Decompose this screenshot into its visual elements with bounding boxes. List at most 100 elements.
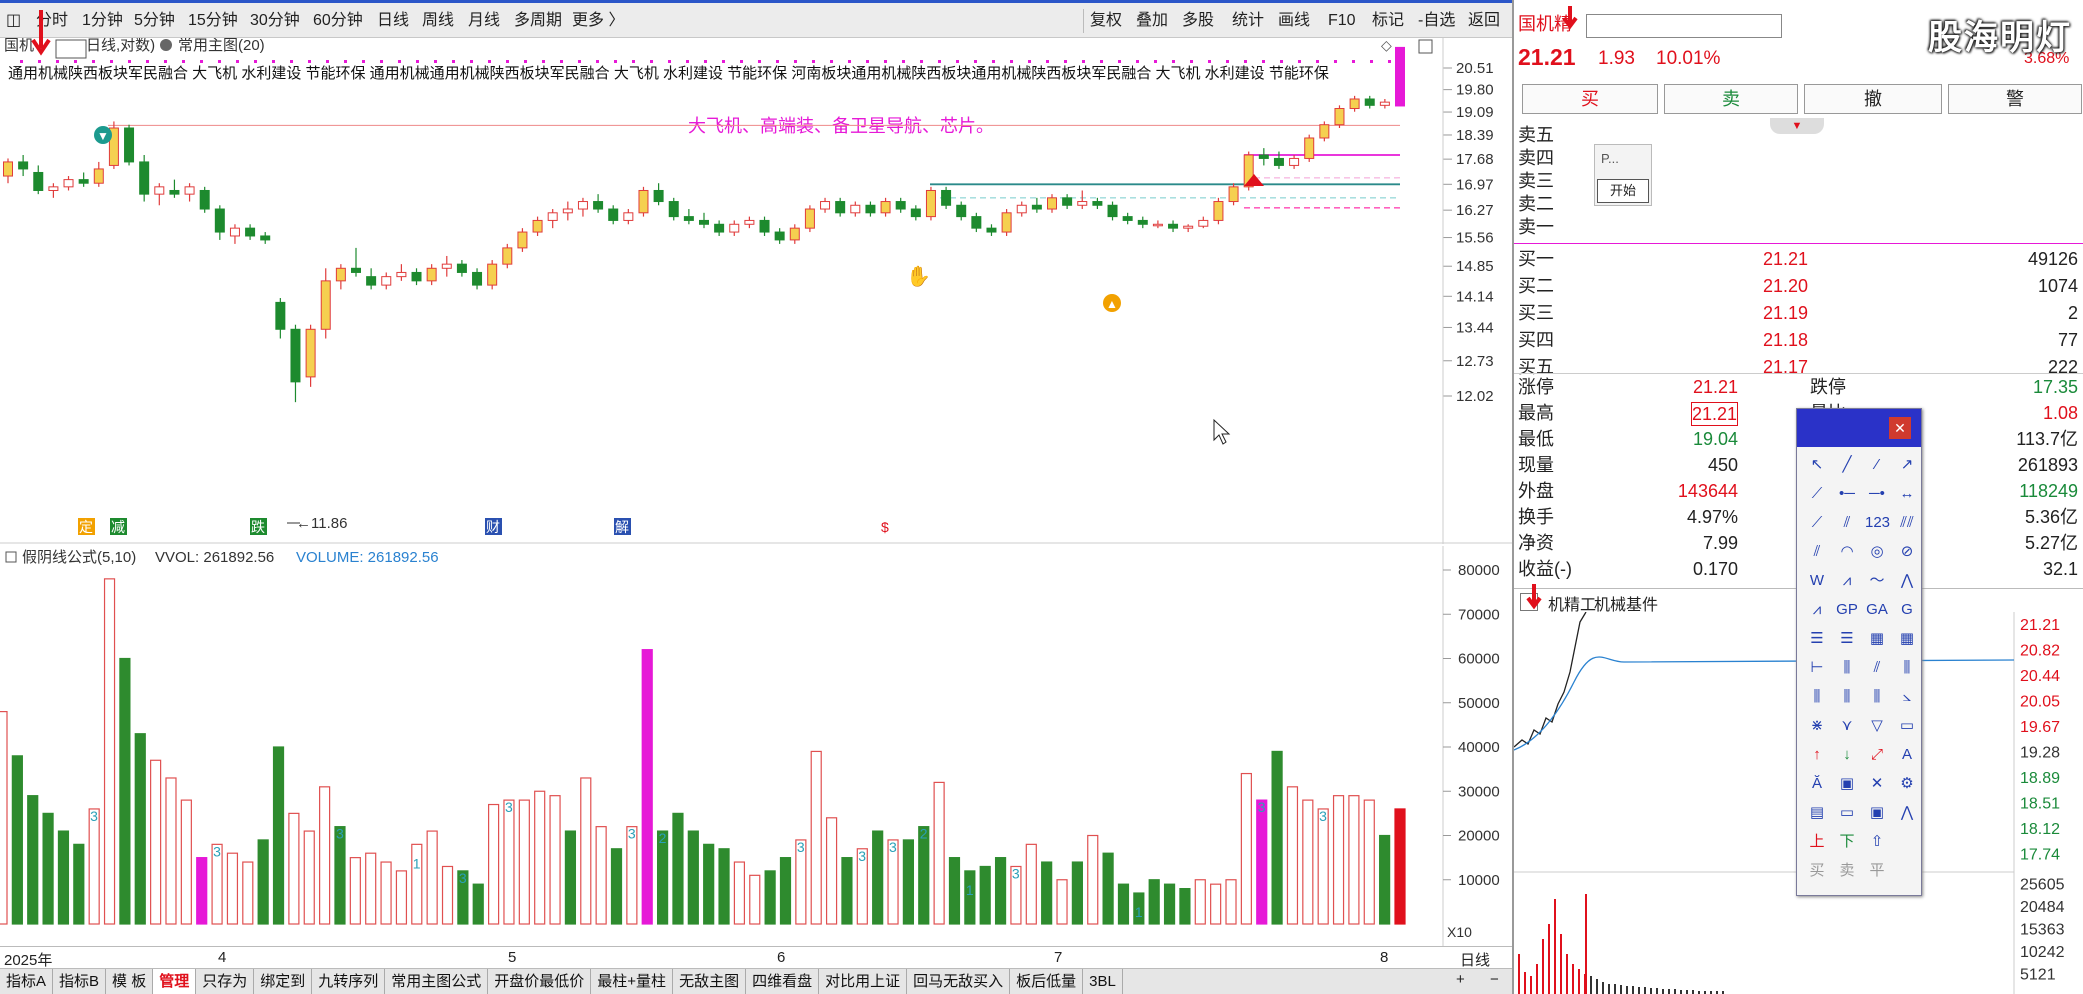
tab-5[interactable]: 绑定到 <box>254 969 313 994</box>
drawing-tool-icon[interactable]: ⫼ <box>1805 685 1829 709</box>
drawing-tool-icon[interactable]: ⫼ <box>1835 656 1859 680</box>
popup-start-button[interactable]: 开始 <box>1597 179 1649 203</box>
drawing-tool-icon[interactable]: 下 <box>1835 830 1859 854</box>
drawing-tool-icon[interactable]: ↔ <box>1895 482 1919 506</box>
drawing-tool-icon[interactable]: ◎ <box>1865 540 1889 564</box>
tab-template[interactable]: 模 板 <box>106 969 154 994</box>
period-tab-1min[interactable]: 1分钟 <box>82 7 123 35</box>
drawing-tool-icon[interactable]: ⩘ <box>1835 569 1859 593</box>
drawing-tool-icon[interactable]: G <box>1895 598 1919 622</box>
drawing-tool-icon[interactable]: ▤ <box>1805 801 1829 825</box>
tab-indicator-a[interactable]: 指标A <box>0 969 54 994</box>
drawing-tool-icon[interactable]: ⫼ <box>1895 656 1919 680</box>
stock-code-box[interactable] <box>55 39 87 59</box>
bid-row[interactable]: 买一 21.21 49126 <box>1518 246 2078 273</box>
close-icon[interactable]: ✕ <box>1889 417 1911 439</box>
drawing-tool-icon[interactable]: ✕ <box>1865 772 1889 796</box>
ask-row[interactable]: 卖一 <box>1518 214 2078 241</box>
drawing-tool-icon[interactable]: ☰ <box>1835 627 1859 651</box>
drawing-tool-icon[interactable]: ─• <box>1865 482 1889 506</box>
drawing-tool-icon[interactable]: ⇧ <box>1865 830 1889 854</box>
add-watchlist-button[interactable]: -自选 <box>1418 7 1455 35</box>
drawing-tool-icon[interactable]: 买 <box>1805 859 1829 883</box>
drawing-tool-icon[interactable]: ▭ <box>1895 714 1919 738</box>
tab-9[interactable]: 最柱+量柱 <box>591 969 674 994</box>
indicator-toggle-icon[interactable] <box>5 551 17 563</box>
drawing-tool-icon[interactable]: 平 <box>1865 859 1889 883</box>
period-tab-weekly[interactable]: 周线 <box>422 7 454 35</box>
drawing-tool-icon[interactable]: ⊢ <box>1805 656 1829 680</box>
drawing-tool-icon[interactable]: ⟋ <box>1805 482 1829 506</box>
expand-icon[interactable] <box>1418 39 1433 54</box>
drawing-tool-icon[interactable]: ☰ <box>1805 627 1829 651</box>
alert-button[interactable]: 警 <box>1948 84 2082 114</box>
diamond-icon[interactable]: ◇ <box>1381 38 1392 53</box>
zoom-out-icon[interactable]: − <box>1490 971 1499 988</box>
drawing-tool-icon[interactable]: ⫽ <box>1865 656 1889 680</box>
drawing-tool-icon[interactable]: ◠ <box>1835 540 1859 564</box>
period-tab-daily[interactable]: 日线 <box>377 7 409 35</box>
drawing-tool-icon[interactable]: ⊘ <box>1895 540 1919 564</box>
bid-row[interactable]: 买四 21.18 77 <box>1518 327 2078 354</box>
gear-icon[interactable] <box>160 39 172 51</box>
drawing-tool-icon[interactable]: ▦ <box>1865 627 1889 651</box>
drawing-tool-icon[interactable]: ↑ <box>1805 743 1829 767</box>
drawing-tool-icon[interactable]: ⩘ <box>1805 598 1829 622</box>
drawing-tool-icon[interactable]: GP <box>1835 598 1859 622</box>
drawing-tool-icon[interactable]: GA <box>1865 598 1889 622</box>
fuquan-button[interactable]: 复权 <box>1090 7 1122 35</box>
drawing-tool-icon[interactable]: •─ <box>1835 482 1859 506</box>
period-tab-30min[interactable]: 30分钟 <box>250 7 300 35</box>
drawing-tool-icon[interactable]: ⟋ <box>1805 511 1829 535</box>
tab-15[interactable]: 3BL <box>1083 969 1123 994</box>
tab-manage[interactable]: 管理 <box>153 969 197 994</box>
zoom-in-icon[interactable]: + <box>1456 971 1465 988</box>
multi-stock-button[interactable]: 多股 <box>1182 7 1214 35</box>
period-tab-60min[interactable]: 60分钟 <box>313 7 363 35</box>
sell-button[interactable]: 卖 <box>1664 84 1798 114</box>
drawing-tool-icon[interactable]: ⋇ <box>1805 714 1829 738</box>
drawing-tool-icon[interactable]: ⋀ <box>1895 569 1919 593</box>
drawing-tool-icon[interactable]: ⦣ <box>1895 685 1919 709</box>
f10-button[interactable]: F10 <box>1328 7 1356 35</box>
drawing-tool-icon[interactable]: ▦ <box>1895 627 1919 651</box>
drawing-tool-icon[interactable]: ⚙ <box>1895 772 1919 796</box>
drawing-tool-icon[interactable]: 上 <box>1805 830 1829 854</box>
drawing-tool-icon[interactable]: A <box>1895 743 1919 767</box>
overlay-button[interactable]: 叠加 <box>1136 7 1168 35</box>
drawing-tool-icon[interactable]: ╱ <box>1835 453 1859 477</box>
drawing-tool-icon[interactable]: ▣ <box>1835 772 1859 796</box>
main-indicator-label[interactable]: 常用主图(20) <box>178 38 265 54</box>
tab-14[interactable]: 板后低量 <box>1010 969 1084 994</box>
drawing-tool-icon[interactable]: ⫽⫽ <box>1895 511 1919 535</box>
volume-indicator-name[interactable]: 假阴线公式(5,10) <box>22 549 136 566</box>
cancel-order-button[interactable]: 撤 <box>1804 84 1942 114</box>
tab-12[interactable]: 对比用上证 <box>819 969 908 994</box>
bid-row[interactable]: 买三 21.19 2 <box>1518 300 2078 327</box>
drawing-tool-icon[interactable]: ⫽ <box>1805 540 1829 564</box>
drawing-tool-icon[interactable]: ▽ <box>1865 714 1889 738</box>
tab-indicator-b[interactable]: 指标B <box>53 969 107 994</box>
tab-10[interactable]: 无敌主图 <box>673 969 747 994</box>
statistics-button[interactable]: 统计 <box>1232 7 1264 35</box>
stock-search-input[interactable] <box>1586 14 1782 38</box>
sector-checkbox[interactable] <box>1520 593 1538 611</box>
drawing-tool-icon[interactable]: ↗ <box>1895 453 1919 477</box>
menu-icon[interactable]: ◫ <box>6 7 21 35</box>
drawing-tool-icon[interactable]: 〜 <box>1865 569 1889 593</box>
period-tab-5min[interactable]: 5分钟 <box>134 7 175 35</box>
drawing-tool-icon[interactable]: ⫼ <box>1835 685 1859 709</box>
drawing-tool-icon[interactable]: ⫼ <box>1865 685 1889 709</box>
drawing-tool-icon[interactable]: ↖ <box>1805 453 1829 477</box>
tab-13[interactable]: 回马无敌买入 <box>907 969 1011 994</box>
tab-6[interactable]: 九转序列 <box>312 969 386 994</box>
drawing-tool-icon[interactable]: ⋎ <box>1835 714 1859 738</box>
drawing-tool-icon[interactable]: Ă <box>1805 772 1829 796</box>
drawing-tool-icon[interactable]: ⫽ <box>1835 511 1859 535</box>
mark-button[interactable]: 标记 <box>1372 7 1404 35</box>
tab-4[interactable]: 只存为 <box>196 969 255 994</box>
drawing-tool-icon[interactable]: W <box>1805 569 1829 593</box>
tab-8[interactable]: 开盘价最低价 <box>488 969 592 994</box>
drawing-tool-icon[interactable]: ⋀ <box>1895 801 1919 825</box>
drawing-tool-icon[interactable]: ⤢ <box>1865 743 1889 767</box>
